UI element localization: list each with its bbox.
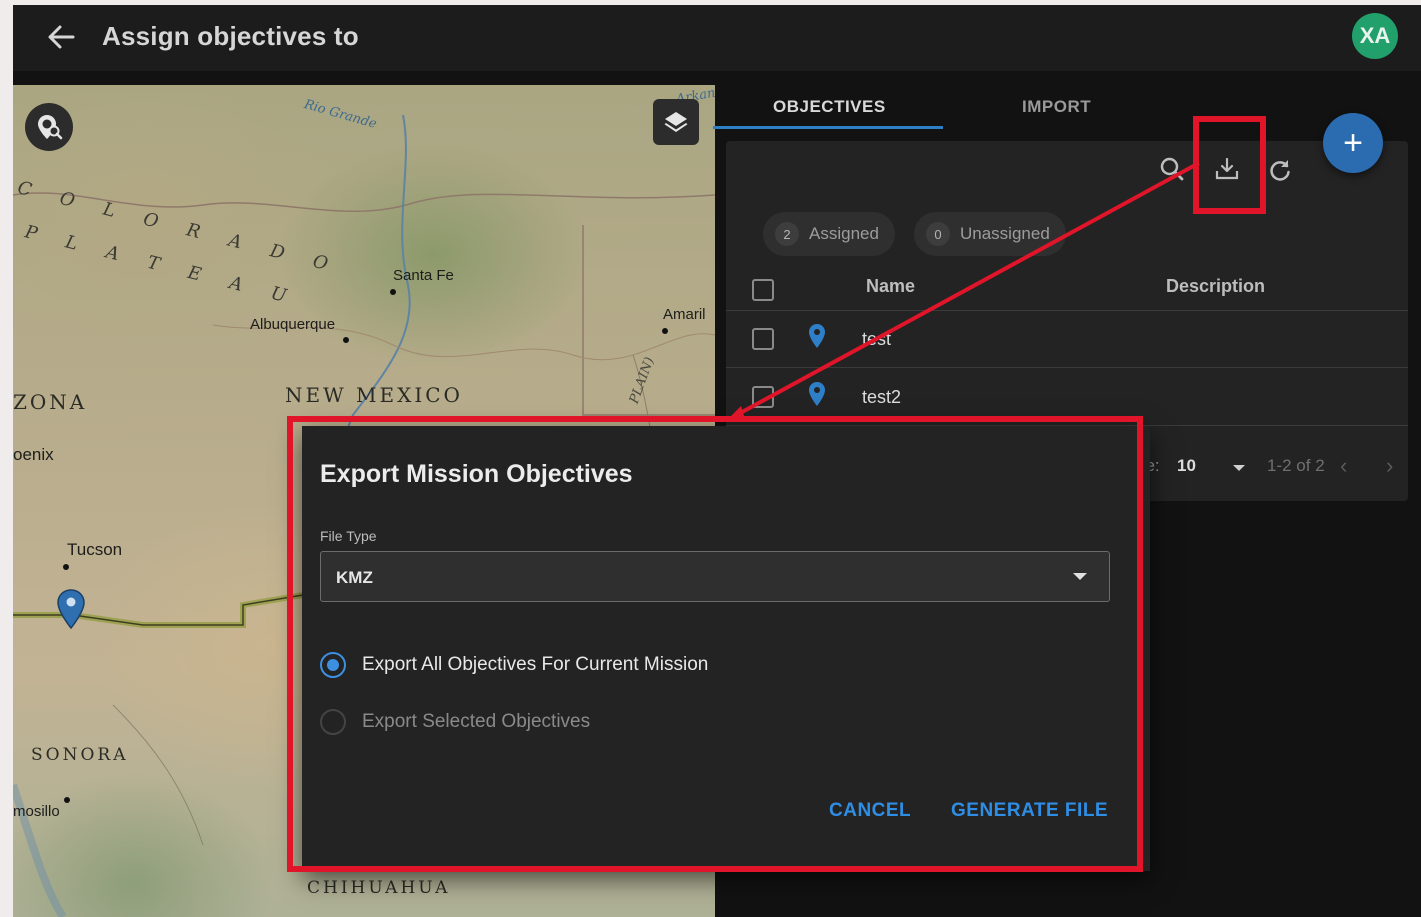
app-window: Assign objectives to XA C O L O R A D O … [13,5,1421,917]
annotation-highlight-dialog [287,416,1143,872]
annotation-highlight-download [1193,116,1266,214]
